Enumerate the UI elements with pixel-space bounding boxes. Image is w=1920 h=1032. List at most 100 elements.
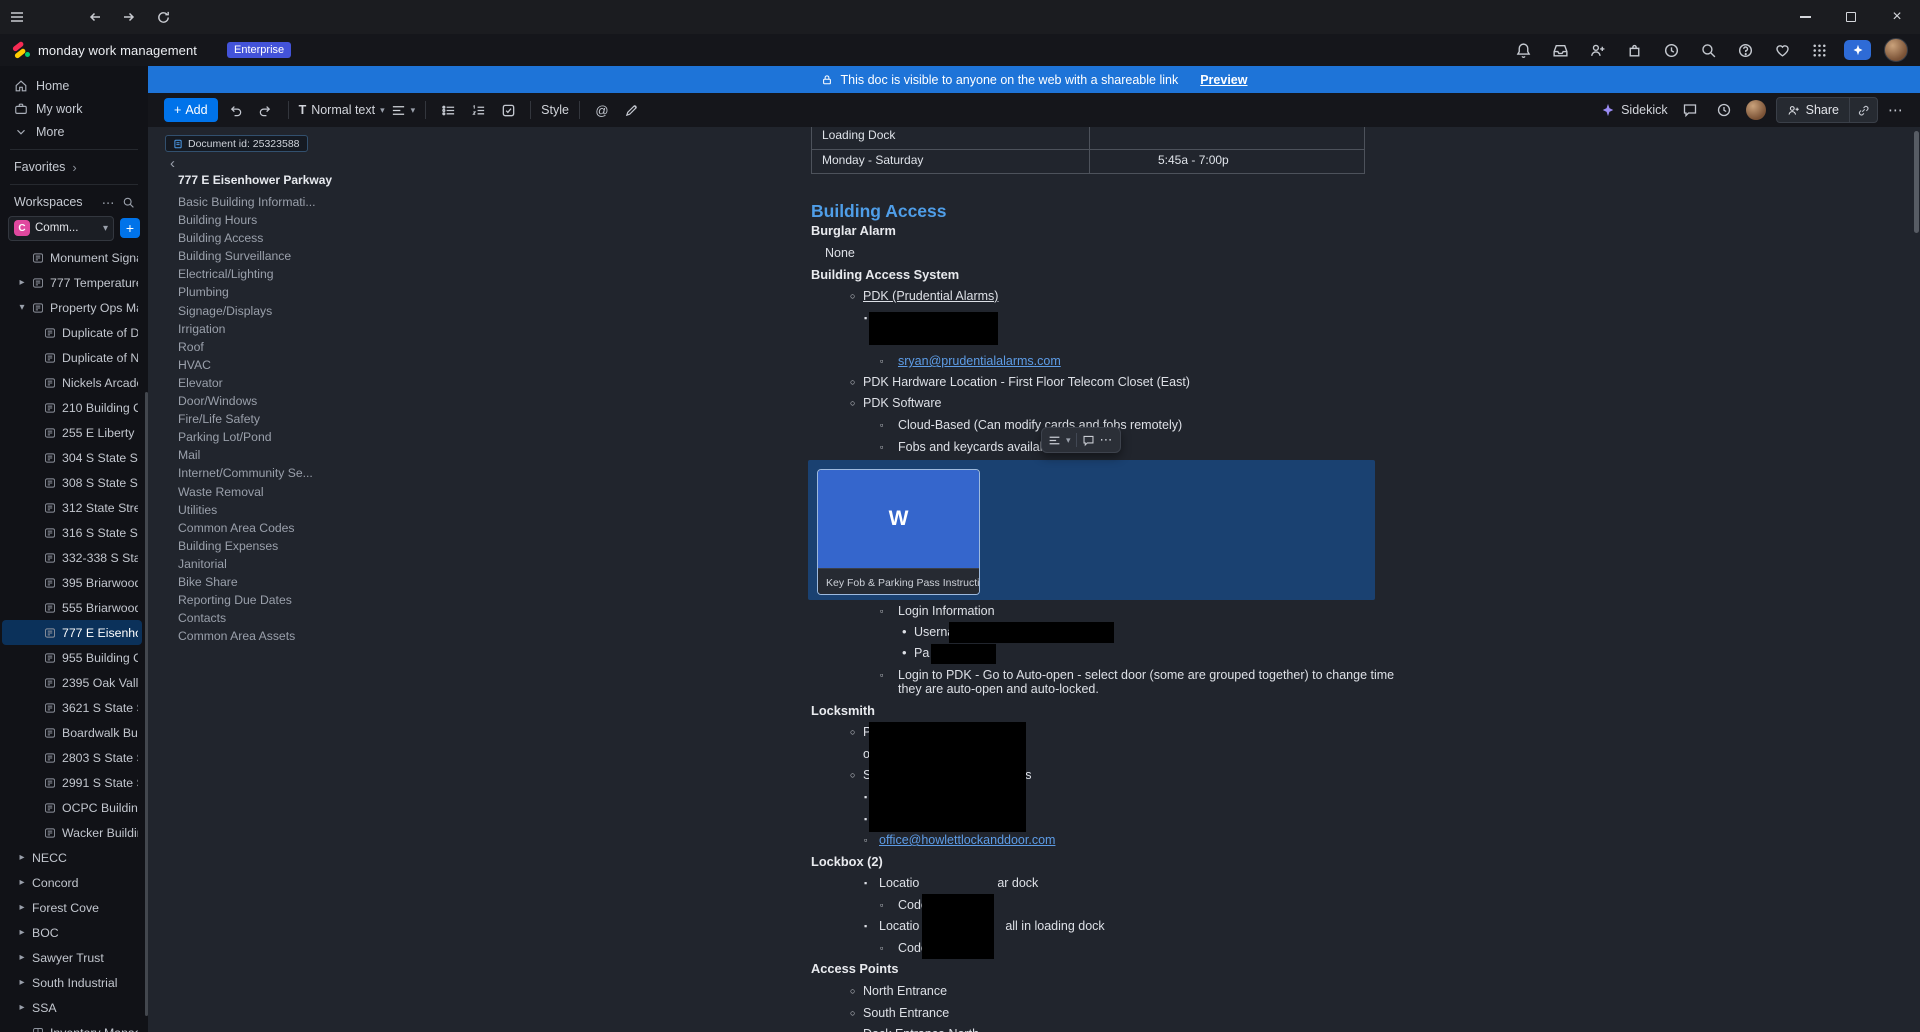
sidebar-item-board[interactable]: 316 S State Stre...: [2, 520, 142, 545]
chevron-down-icon[interactable]: ▾: [1066, 435, 1071, 446]
monday-logo-icon[interactable]: [11, 40, 31, 59]
toc-item[interactable]: Janitorial: [178, 555, 343, 573]
toc-item[interactable]: Plumbing: [178, 283, 343, 301]
collapse-outline-icon[interactable]: ‹: [170, 155, 175, 172]
notifications-bell-icon[interactable]: [1511, 38, 1535, 62]
sidebar-scrollbar[interactable]: [145, 392, 148, 1016]
toc-item[interactable]: Reporting Due Dates: [178, 591, 343, 609]
toc-item[interactable]: Mail: [178, 446, 343, 464]
sidebar-item-board[interactable]: 555 Briarwood C...: [2, 595, 142, 620]
align-dropdown[interactable]: ▾: [391, 103, 415, 118]
help-icon[interactable]: [1733, 38, 1757, 62]
toc-item[interactable]: Building Access: [178, 229, 343, 247]
mention-icon[interactable]: @: [590, 98, 614, 122]
sidebar-item-board[interactable]: ▸ 777 Temperature Lo...: [2, 270, 142, 295]
toc-item[interactable]: Utilities: [178, 501, 343, 519]
sidebar-item-board[interactable]: 3621 S State Str...: [2, 695, 142, 720]
add-block-button[interactable]: + Add: [164, 98, 218, 122]
sidebar-item-more[interactable]: More: [0, 120, 148, 143]
toc-item[interactable]: Building Expenses: [178, 537, 343, 555]
bulleted-list-icon[interactable]: [436, 98, 460, 122]
sidebar-item-board[interactable]: Wacker Building...: [2, 820, 142, 845]
add-workspace-item-button[interactable]: +: [120, 218, 140, 238]
invite-members-icon[interactable]: [1585, 38, 1609, 62]
whats-new-heart-icon[interactable]: [1770, 38, 1794, 62]
maximize-button[interactable]: [1828, 0, 1874, 34]
product-switcher-grid-icon[interactable]: [1807, 38, 1831, 62]
sidebar-item-board[interactable]: 777 E Eisenhow...: [2, 620, 142, 645]
sidebar-item-board[interactable]: 955 Building Op...: [2, 645, 142, 670]
collaborator-avatar[interactable]: [1745, 100, 1766, 120]
chevron-right-icon[interactable]: ▸: [16, 952, 28, 963]
assistant-button[interactable]: [1844, 40, 1871, 60]
sidebar-item-board[interactable]: 210 Building Op...: [2, 395, 142, 420]
sidebar-item-home[interactable]: Home: [0, 74, 148, 97]
toc-item[interactable]: Parking Lot/Pond: [178, 428, 343, 446]
sidebar-item-board[interactable]: Monument Signage ...: [2, 245, 142, 270]
search-icon[interactable]: [1696, 38, 1720, 62]
doc-link[interactable]: office@howlettlockanddoor.com: [879, 833, 1055, 847]
sidebar-item-board[interactable]: 2991 S State Str...: [2, 770, 142, 795]
banner-preview-link[interactable]: Preview: [1200, 73, 1247, 87]
sidebar-item-board[interactable]: 2803 S State Str...: [2, 745, 142, 770]
sidebar-item-board[interactable]: 395 Briarwood C...: [2, 570, 142, 595]
magic-write-icon[interactable]: [620, 98, 644, 122]
document-id-badge[interactable]: Document id: 25323588: [165, 135, 308, 152]
activity-history-icon[interactable]: [1659, 38, 1683, 62]
share-button[interactable]: Share: [1777, 98, 1849, 122]
toc-item[interactable]: Signage/Displays: [178, 302, 343, 320]
toc-item[interactable]: Common Area Assets: [178, 627, 343, 645]
attachment-caption[interactable]: Key Fob & Parking Pass Instruction ...: [818, 568, 979, 594]
toc-item[interactable]: Bike Share: [178, 573, 343, 591]
comment-icon[interactable]: [1082, 434, 1095, 447]
workspace-selector[interactable]: C Comm... ▾: [8, 215, 114, 241]
page-scrollbar[interactable]: [1914, 131, 1919, 233]
toc-item[interactable]: Door/Windows: [178, 392, 343, 410]
sidebar-favorites[interactable]: Favorites ›: [0, 156, 148, 178]
apps-marketplace-icon[interactable]: [1622, 38, 1646, 62]
toc-item[interactable]: Irrigation: [178, 320, 343, 338]
style-button[interactable]: Style: [541, 103, 569, 117]
toc-item[interactable]: Basic Building Informati...: [178, 193, 343, 211]
chevron-right-icon[interactable]: ▸: [16, 902, 28, 913]
doc-outline-title[interactable]: 777 E Eisenhower Parkway: [178, 173, 343, 187]
more-options-icon[interactable]: ⋯: [1888, 101, 1904, 119]
sidebar-item-board[interactable]: 332-338 S State...: [2, 545, 142, 570]
chevron-right-icon[interactable]: ▸: [16, 277, 28, 288]
doc-link[interactable]: sryan@prudentialalarms.com: [898, 354, 1061, 368]
sidebar-item-board[interactable]: Inventory Managem...: [2, 1020, 142, 1032]
more-options-icon[interactable]: ⋯: [1100, 432, 1114, 448]
activity-icon[interactable]: [1712, 98, 1736, 122]
toc-item[interactable]: Internet/Community Se...: [178, 464, 343, 482]
back-button[interactable]: [78, 0, 112, 34]
sidebar-item-my-work[interactable]: My work: [0, 97, 148, 120]
sidebar-item-board[interactable]: Duplicate of Nic...: [2, 345, 142, 370]
sidebar-item-board[interactable]: ▸ NECC: [2, 845, 142, 870]
sidebar-item-board[interactable]: 2395 Oak Valley ...: [2, 670, 142, 695]
toc-item[interactable]: Waste Removal: [178, 483, 343, 501]
inbox-tray-icon[interactable]: [1548, 38, 1572, 62]
align-left-icon[interactable]: [1048, 434, 1061, 447]
sidebar-item-board[interactable]: ▸ SSA: [2, 995, 142, 1020]
sidebar-item-board[interactable]: 255 E Liberty Bu...: [2, 420, 142, 445]
toc-item[interactable]: Common Area Codes: [178, 519, 343, 537]
sidebar-item-board[interactable]: ▸ South Industrial: [2, 970, 142, 995]
chevron-right-icon[interactable]: ▸: [16, 977, 28, 988]
redo-icon[interactable]: [254, 98, 278, 122]
text-style-dropdown[interactable]: T Normal text ▾: [299, 103, 385, 117]
chevron-down-icon[interactable]: ▾: [16, 302, 28, 313]
hamburger-menu-icon[interactable]: [0, 0, 34, 34]
minimize-button[interactable]: [1782, 0, 1828, 34]
undo-icon[interactable]: [224, 98, 248, 122]
workspaces-more-icon[interactable]: ⋯: [98, 193, 118, 211]
user-avatar[interactable]: [1884, 38, 1908, 62]
close-button[interactable]: ×: [1874, 0, 1920, 34]
sidebar-item-board[interactable]: OCPC Building ...: [2, 795, 142, 820]
chevron-right-icon[interactable]: ▸: [16, 877, 28, 888]
sidebar-item-board[interactable]: ▸ Concord: [2, 870, 142, 895]
sidebar-item-board[interactable]: Boardwalk Buildi...: [2, 720, 142, 745]
copy-link-icon[interactable]: [1849, 98, 1877, 122]
toc-item[interactable]: Building Surveillance: [178, 247, 343, 265]
numbered-list-icon[interactable]: [466, 98, 490, 122]
sidebar-item-board[interactable]: ▾ Property Ops Manu...: [2, 295, 142, 320]
